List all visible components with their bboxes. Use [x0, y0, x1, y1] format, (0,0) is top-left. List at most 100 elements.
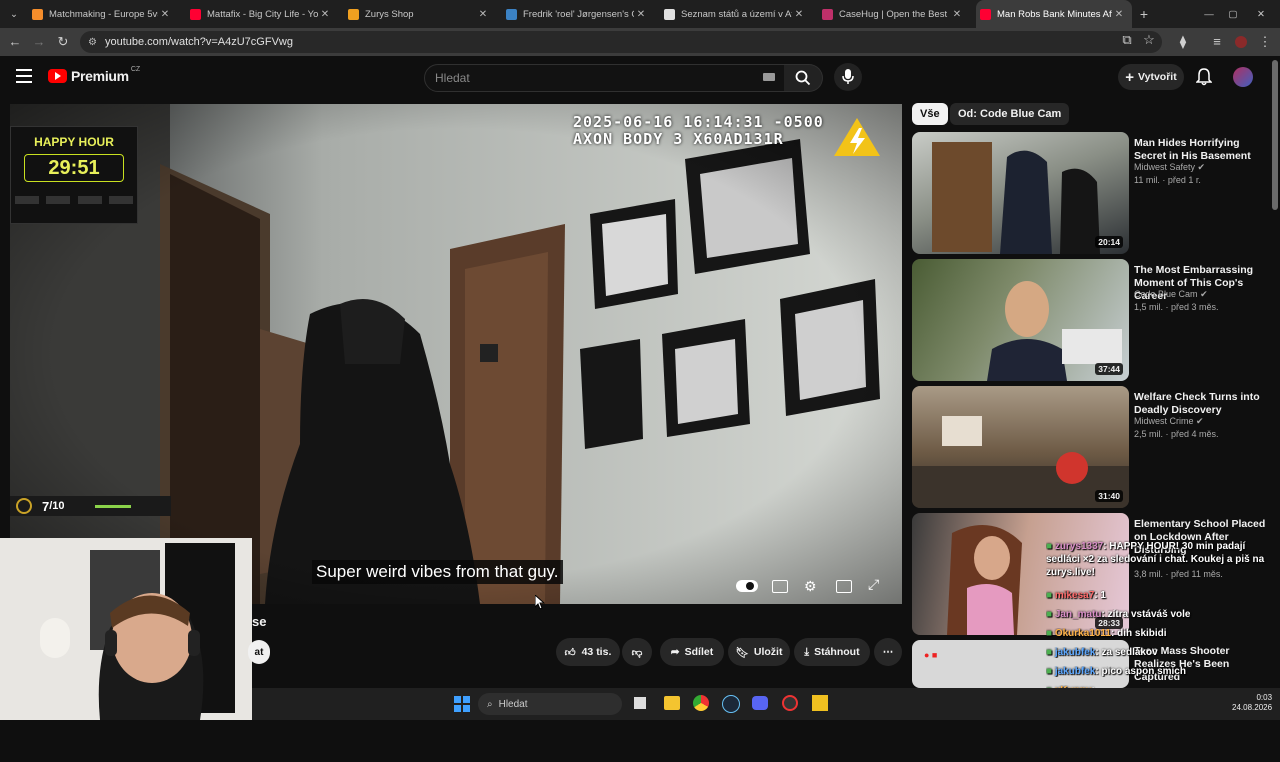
- tab-3[interactable]: Fredrik 'roel' Jørgensen's Coun✕: [502, 0, 654, 28]
- media-control-icon[interactable]: ≡: [1208, 33, 1226, 51]
- verified-icon: ✔: [1196, 416, 1204, 426]
- task-view-icon[interactable]: [634, 697, 646, 709]
- file-explorer-icon[interactable]: [664, 696, 680, 710]
- happy-hour-overlay: HAPPY HOUR 29:51: [10, 126, 138, 224]
- tab-4[interactable]: Seznam států a území v Africe -✕: [660, 0, 812, 28]
- profile-avatar[interactable]: [1232, 33, 1250, 51]
- chip-from-channel[interactable]: Od: Code Blue Cam: [950, 103, 1070, 125]
- recommended-video-0[interactable]: 20:14 Man Hides Horrifying Secret in His…: [912, 132, 1272, 254]
- tab-favicon: [190, 8, 201, 20]
- mouse-cursor-icon: [534, 593, 546, 614]
- webcam-overlay: [0, 538, 252, 720]
- tab-1[interactable]: Mattafix - Big City Life - YouTub✕: [186, 0, 338, 28]
- tab-favicon: [348, 8, 359, 20]
- thumbs-down-icon: 👎︎: [631, 646, 643, 659]
- thumbs-up-icon: 👍︎: [564, 646, 576, 659]
- autoplay-toggle[interactable]: [736, 580, 758, 592]
- reload-icon[interactable]: ↻: [54, 33, 72, 51]
- new-tab-button[interactable]: +: [1136, 0, 1152, 28]
- maximize-icon: ▢: [1228, 8, 1238, 20]
- verified-icon: ✔: [1200, 289, 1208, 299]
- tab-6-active[interactable]: Man Robs Bank Minutes After ✕: [976, 0, 1132, 28]
- close-icon[interactable]: ✕: [158, 9, 172, 20]
- fullscreen-icon[interactable]: ⤢: [868, 576, 879, 593]
- notifications-bell-icon[interactable]: [1195, 68, 1213, 91]
- save-button[interactable]: 🔖︎ Uložit: [728, 638, 790, 666]
- video-player[interactable]: 2025-06-16 16:14:31 -0500 AXON BODY 3 X6…: [10, 104, 902, 604]
- search-icon: [795, 70, 811, 86]
- voice-search-button[interactable]: [834, 63, 862, 91]
- minimize-button[interactable]: —: [1198, 0, 1220, 28]
- browser-tab-strip: ⌄ Matchmaking - Europe 5v5 Qu✕ Mattafix …: [0, 0, 1280, 28]
- close-icon[interactable]: ✕: [1112, 9, 1126, 20]
- channel-name[interactable]: Midwest Crime ✔: [1134, 416, 1204, 427]
- video-thumbnail[interactable]: 31:40: [912, 386, 1129, 508]
- extensions-icon[interactable]: ⧫: [1174, 33, 1192, 51]
- chip-all[interactable]: Vše: [912, 103, 948, 125]
- back-icon[interactable]: ←: [6, 33, 24, 51]
- maximize-button[interactable]: ▢: [1222, 0, 1244, 28]
- video-title[interactable]: Welfare Check Turns into Deadly Discover…: [1134, 391, 1274, 417]
- chat-message: ■ jakubfek: za sedlakov: [1046, 647, 1158, 658]
- youtube-logo[interactable]: Premium CZ: [48, 66, 140, 84]
- browser-menu-icon[interactable]: ⋮: [1256, 33, 1274, 51]
- video-thumbnail[interactable]: 20:14: [912, 132, 1129, 254]
- chevron-down-icon: ⌄: [10, 8, 18, 20]
- search-input[interactable]: Hledat: [424, 64, 786, 92]
- chat-message: ■ Okurka1011: dih skibidi: [1046, 628, 1167, 639]
- share-icon: ➦: [670, 646, 680, 658]
- download-button[interactable]: ⤓ Stáhnout: [794, 638, 870, 666]
- video-title[interactable]: Man Hides Horrifying Secret in His Basem…: [1134, 137, 1274, 163]
- close-icon[interactable]: ✕: [634, 9, 648, 20]
- window-close-button[interactable]: ✕: [1250, 0, 1272, 28]
- address-bar[interactable]: ⚙ youtube.com/watch?v=A4zU7cGFVwg: [80, 31, 1162, 53]
- subtitles-icon[interactable]: [772, 580, 788, 593]
- page-scrollbar[interactable]: [1272, 60, 1278, 210]
- forward-icon[interactable]: →: [30, 33, 48, 51]
- channel-name[interactable]: Midwest Safety ✔: [1134, 162, 1205, 173]
- keyboard-icon[interactable]: [763, 73, 775, 81]
- steam-icon[interactable]: [722, 695, 740, 713]
- like-button[interactable]: 👍︎ 43 tis.: [556, 638, 620, 666]
- site-info-icon[interactable]: ⚙: [88, 37, 97, 48]
- share-button[interactable]: ➦ Sdílet: [660, 638, 724, 666]
- tab-search-dropdown[interactable]: ⌄: [4, 0, 24, 28]
- dislike-button[interactable]: 👎︎: [622, 638, 652, 666]
- happy-hour-title: HAPPY HOUR: [34, 135, 114, 149]
- close-icon[interactable]: ✕: [950, 9, 964, 20]
- tab-favicon: [506, 8, 517, 20]
- close-icon[interactable]: ✕: [318, 9, 332, 20]
- recommended-video-2[interactable]: 31:40 Welfare Check Turns into Deadly Di…: [912, 386, 1272, 508]
- video-duration: 37:44: [1095, 363, 1123, 375]
- settings-gear-icon[interactable]: ⚙: [804, 578, 817, 595]
- recommended-video-1[interactable]: 37:44 The Most Embarrassing Moment of Th…: [912, 259, 1272, 381]
- taskbar-clock[interactable]: 0:03 24.08.2026: [1232, 693, 1272, 713]
- subscribe-button[interactable]: at: [248, 640, 270, 664]
- theater-mode-icon[interactable]: [836, 580, 852, 593]
- more-icon: ⋯: [882, 646, 894, 658]
- taskbar-search[interactable]: ⌕ Hledat: [478, 693, 622, 715]
- windows-start-icon[interactable]: [454, 696, 470, 712]
- discord-icon[interactable]: [752, 696, 768, 710]
- search-button[interactable]: [784, 64, 823, 92]
- channel-name[interactable]: Code Blue Cam ✔: [1134, 289, 1208, 300]
- tab-0[interactable]: Matchmaking - Europe 5v5 Qu✕: [28, 0, 178, 28]
- more-actions-button[interactable]: ⋯: [874, 638, 902, 666]
- chrome-icon[interactable]: [693, 695, 709, 711]
- user-avatar[interactable]: [1233, 67, 1253, 87]
- hamburger-menu-icon[interactable]: [16, 69, 32, 83]
- chat-message: ■ jakubfek: pico aspon smich: [1046, 666, 1186, 677]
- subtitle-caption: Super weird vibes from that guy.: [312, 560, 563, 584]
- install-app-icon[interactable]: ⧉: [1118, 31, 1136, 49]
- close-icon[interactable]: ✕: [476, 9, 490, 20]
- obs-icon[interactable]: [782, 695, 798, 711]
- bookmark-star-icon[interactable]: ☆: [1140, 31, 1158, 49]
- tab-5[interactable]: CaseHug | Open the Best CS2 |✕: [818, 0, 970, 28]
- moderator-badge-icon: ■: [1046, 628, 1053, 639]
- tab-2[interactable]: Zurys Shop ✕: [344, 0, 496, 28]
- video-thumbnail[interactable]: 37:44: [912, 259, 1129, 381]
- create-button[interactable]: + Vytvořit: [1118, 64, 1184, 90]
- level-overlay: 7 /10: [10, 496, 171, 516]
- app-icon[interactable]: [812, 695, 828, 711]
- close-icon[interactable]: ✕: [792, 9, 806, 20]
